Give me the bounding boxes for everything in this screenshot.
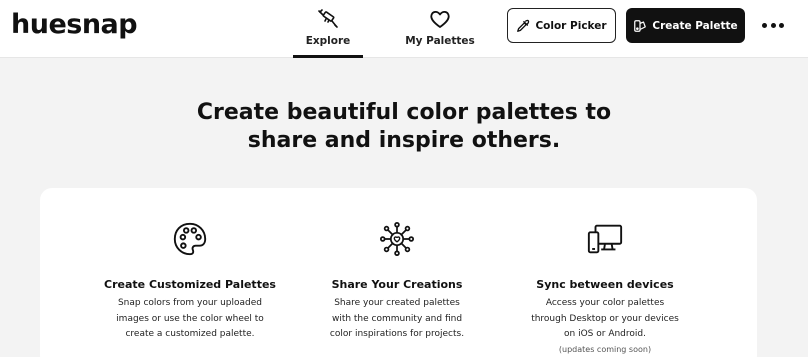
feature-description-line: create a customized palette. <box>125 329 255 339</box>
feature-description-line: Snap colors from your uploaded <box>117 298 262 308</box>
feature-title: Sync between devices <box>536 278 674 291</box>
feature-description-line: with the community and find <box>331 313 463 324</box>
feature-share-creations: Share Your Creations Share your created … <box>297 220 497 343</box>
features-card: Create Customized Palettes Snap colors f… <box>40 188 757 357</box>
tab-my-palettes-label: My Palettes <box>405 35 475 47</box>
feature-description-line: images or use the color wheel to <box>116 313 264 324</box>
color-picker-button[interactable]: Color Picker <box>507 8 616 43</box>
feature-description: Access your color palettes through Deskt… <box>531 296 679 356</box>
hero-title-line-1: Create beautiful color palettes to <box>196 100 612 125</box>
top-header: huesnap Explore My Palettes Color Picker <box>0 0 808 58</box>
create-palette-button[interactable]: Create Palette <box>626 8 745 43</box>
huesnap-logo[interactable]: huesnap <box>11 9 138 40</box>
eyedropper-icon <box>517 19 530 32</box>
hero-title-line-2: share and inspire others. <box>247 128 561 153</box>
feature-sync-devices: Sync between devices Access your color p… <box>505 220 705 356</box>
feature-description-line: on iOS or Android. <box>564 329 646 339</box>
heart-icon <box>430 11 450 28</box>
feature-description: Share your created palettes with the com… <box>330 296 464 343</box>
feature-description-line: color inspirations for projects. <box>329 329 465 339</box>
feature-description-line: through Desktop or your devices <box>531 313 679 324</box>
tab-explore[interactable]: Explore <box>293 6 363 57</box>
hero-title: Create beautiful color palettes to share… <box>0 99 808 155</box>
feature-description: Snap colors from your uploaded images or… <box>116 296 264 343</box>
feature-title: Share Your Creations <box>331 278 463 291</box>
more-dot <box>762 22 767 28</box>
devices-icon <box>587 224 623 254</box>
feature-custom-palettes: Create Customized Palettes Snap colors f… <box>90 220 290 343</box>
active-tab-indicator <box>293 55 363 58</box>
brush-icon <box>318 9 338 28</box>
more-options-button[interactable] <box>762 17 784 33</box>
create-palette-label: Create Palette <box>652 19 738 32</box>
share-network-icon <box>379 221 415 257</box>
color-picker-label: Color Picker <box>535 19 607 32</box>
tab-my-palettes[interactable]: My Palettes <box>401 6 479 57</box>
feature-description-line: Share your created palettes <box>334 298 460 308</box>
palette-icon <box>634 19 647 32</box>
more-dot <box>779 22 784 28</box>
tab-explore-label: Explore <box>305 35 351 47</box>
feature-note: (updates coming soon) <box>558 344 652 354</box>
feature-description-line: Access your color palettes <box>545 298 665 308</box>
feature-title: Create Customized Palettes <box>104 278 276 291</box>
palette-icon <box>173 222 207 256</box>
more-dot <box>770 22 776 28</box>
